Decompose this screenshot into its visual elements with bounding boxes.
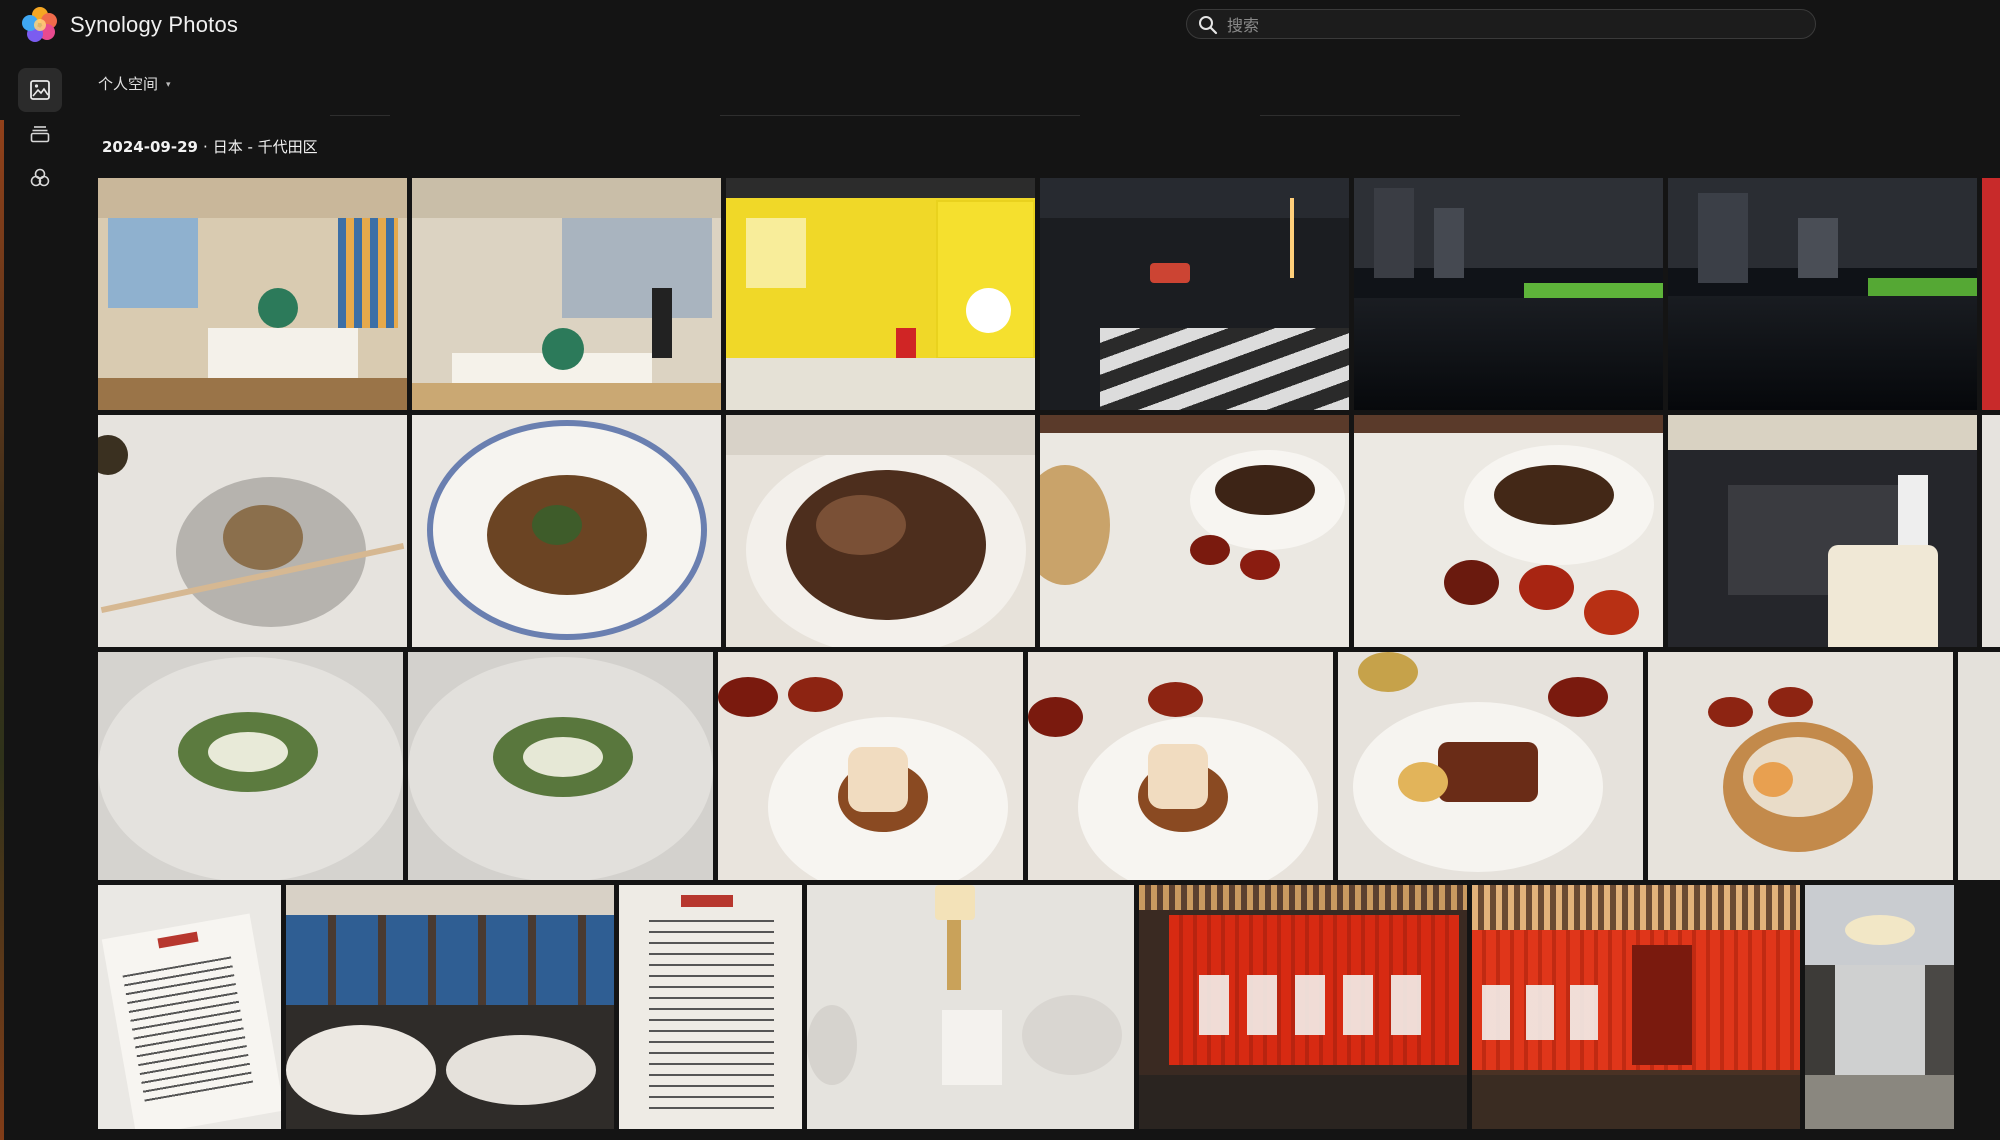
photo-thumbnail[interactable] — [1028, 652, 1333, 880]
photo-thumbnail[interactable] — [286, 885, 614, 1129]
photo-thumbnail[interactable] — [98, 885, 281, 1129]
photo-thumbnail[interactable] — [98, 415, 407, 647]
photo-thumbnail[interactable] — [1805, 885, 1954, 1129]
photo-thumbnail[interactable] — [412, 178, 721, 410]
photo-thumbnail[interactable] — [1040, 178, 1349, 410]
app-title: Synology Photos — [70, 12, 239, 37]
photo-thumbnail[interactable] — [718, 652, 1023, 880]
photo-thumbnail[interactable] — [1139, 885, 1467, 1129]
space-selector[interactable]: 个人空间 ▾ — [98, 72, 171, 96]
photo-thumbnail[interactable] — [726, 178, 1035, 410]
synology-photos-logo-icon[interactable] — [20, 5, 60, 45]
photo-thumbnail[interactable] — [726, 415, 1035, 647]
photo-thumbnail[interactable] — [98, 178, 407, 410]
group-date: 2024-09-29 — [102, 138, 198, 156]
search-icon — [1198, 15, 1218, 35]
photo-thumbnail[interactable] — [619, 885, 802, 1129]
photo-thumbnail[interactable] — [1982, 415, 2000, 647]
photo-thumbnail[interactable] — [408, 652, 713, 880]
divider — [330, 115, 390, 116]
shared-space-icon — [29, 167, 51, 189]
photo-thumbnail[interactable] — [98, 652, 403, 880]
nav-shared-button[interactable] — [18, 156, 62, 200]
photo-thumbnail[interactable] — [1472, 885, 1800, 1129]
photo-thumbnail[interactable] — [1354, 178, 1663, 410]
heading-separator: · — [202, 138, 208, 156]
photo-thumbnail[interactable] — [1668, 415, 1977, 647]
photo-grid — [98, 178, 2000, 1140]
group-location: 日本 - 千代田区 — [212, 138, 318, 156]
photo-thumbnail[interactable] — [1958, 652, 2000, 880]
top-bar: Synology Photos — [0, 0, 2000, 50]
photo-thumbnail[interactable] — [1338, 652, 1643, 880]
date-group-heading: 2024-09-29 · 日本 - 千代田区 — [102, 135, 318, 159]
divider — [720, 115, 1080, 116]
photo-thumbnail[interactable] — [807, 885, 1134, 1129]
photo-thumbnail[interactable] — [1648, 652, 1953, 880]
photo-thumbnail[interactable] — [412, 415, 721, 647]
space-selector-label: 个人空间 — [98, 75, 159, 93]
synology-photos-app: Synology Photos 搜索 个人空间 ▾ 2024-09-29 · 日… — [0, 0, 2000, 1140]
photo-thumbnail[interactable] — [1354, 415, 1663, 647]
divider — [1260, 115, 1460, 116]
photo-thumbnail[interactable] — [1668, 178, 1977, 410]
nav-photos-button[interactable] — [18, 68, 62, 112]
search-bar[interactable] — [1186, 9, 1816, 39]
nav-albums-button[interactable] — [18, 112, 62, 156]
search-input[interactable] — [1225, 12, 1799, 38]
photo-thumbnail[interactable] — [1040, 415, 1349, 647]
chevron-down-icon: ▾ — [166, 79, 171, 90]
rail-accent-strip — [0, 120, 4, 1140]
album-stack-icon — [29, 123, 51, 145]
side-navigation — [0, 50, 78, 1140]
photo-icon — [29, 79, 51, 101]
photo-thumbnail[interactable] — [1982, 178, 2000, 410]
